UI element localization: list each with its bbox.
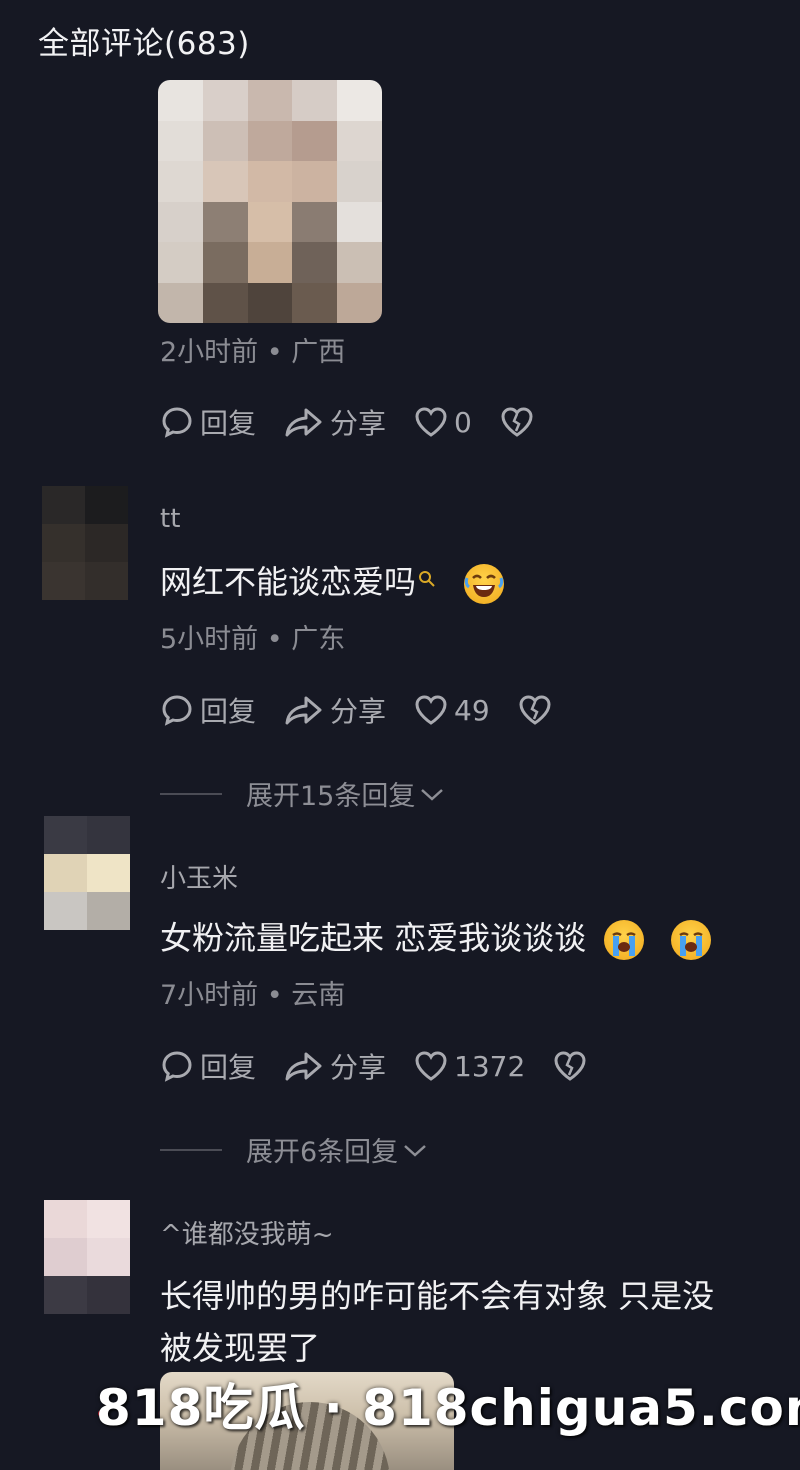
- reply-icon: [162, 695, 192, 726]
- crying-emoji-icon: [604, 920, 645, 960]
- broken-heart-icon: [501, 407, 533, 437]
- comment-text-line: 被发现罢了: [160, 1329, 321, 1367]
- comments-header: 全部评论(683): [38, 26, 250, 62]
- expand-replies-button[interactable]: 展开15条回复: [160, 774, 445, 813]
- broken-heart-icon: [554, 1051, 586, 1081]
- reply-label: 回复: [200, 695, 257, 728]
- divider: [160, 1148, 222, 1151]
- share-button[interactable]: 分享: [284, 690, 386, 730]
- comment-text-content: 女粉流量吃起来 恋爱我谈谈谈: [160, 919, 587, 957]
- like-count: 0: [454, 405, 472, 439]
- search-hint-icon[interactable]: [418, 570, 436, 590]
- comment-text: 女粉流量吃起来 恋爱我谈谈谈: [160, 914, 711, 962]
- comment-meta: 7小时前 • 云南: [160, 980, 346, 1011]
- share-button[interactable]: 分享: [284, 402, 386, 442]
- comment-meta: 2小时前 • 广西: [160, 337, 346, 368]
- share-icon: [285, 1052, 322, 1081]
- expand-replies-label: 展开15条回复: [246, 781, 416, 812]
- reply-label: 回复: [200, 1051, 257, 1084]
- like-count: 1372: [454, 1049, 526, 1083]
- reply-button[interactable]: 回复: [160, 1046, 256, 1086]
- share-icon: [285, 696, 322, 725]
- share-button[interactable]: 分享: [284, 1046, 386, 1086]
- comment-username[interactable]: ^谁都没我萌~: [160, 1214, 334, 1251]
- expand-replies-button[interactable]: 展开6条回复: [160, 1130, 428, 1169]
- heart-icon: [415, 695, 447, 725]
- share-icon: [285, 408, 322, 437]
- dislike-button[interactable]: [553, 1050, 593, 1082]
- share-label: 分享: [330, 695, 387, 728]
- comment-text-line: 长得帅的男的咋可能不会有对象 只是没: [160, 1277, 715, 1315]
- like-button[interactable]: 0: [414, 406, 472, 439]
- comment-meta: 5小时前 • 广东: [160, 624, 346, 655]
- avatar[interactable]: [44, 1200, 130, 1314]
- chevron-down-icon: [421, 788, 444, 801]
- reply-button[interactable]: 回复: [160, 402, 256, 442]
- like-button[interactable]: 49: [414, 694, 490, 727]
- laughing-emoji-icon: [464, 564, 505, 604]
- dislike-button[interactable]: [500, 406, 540, 438]
- heart-icon: [415, 407, 447, 437]
- reply-icon: [162, 407, 192, 438]
- reply-icon: [162, 1051, 192, 1082]
- comment-text: 网红不能谈恋爱吗: [160, 558, 505, 606]
- comment-text-content: 网红不能谈恋爱吗: [160, 563, 417, 601]
- heart-icon: [415, 1051, 447, 1081]
- comment-username[interactable]: 小玉米: [160, 858, 238, 895]
- reply-button[interactable]: 回复: [160, 690, 256, 730]
- share-label: 分享: [330, 407, 387, 440]
- comment-actions: 回复 分享 1372: [160, 1046, 621, 1086]
- like-button[interactable]: 1372: [414, 1050, 525, 1083]
- comment-text: 长得帅的男的咋可能不会有对象 只是没 被发现罢了: [160, 1272, 714, 1372]
- broken-heart-icon: [519, 695, 551, 725]
- expand-replies-label: 展开6条回复: [246, 1137, 399, 1168]
- comment-username[interactable]: tt: [160, 504, 180, 534]
- chevron-down-icon: [404, 1144, 427, 1157]
- share-label: 分享: [330, 1051, 387, 1084]
- avatar[interactable]: [42, 486, 128, 600]
- comment-actions: 回复 分享 49: [160, 690, 586, 730]
- avatar[interactable]: [44, 816, 130, 930]
- comment-image[interactable]: [158, 80, 382, 323]
- comment-actions: 回复 分享 0: [160, 402, 568, 442]
- divider: [160, 792, 222, 795]
- dislike-button[interactable]: [518, 694, 558, 726]
- watermark: 818吃瓜 · 818chigua5.com: [96, 1379, 800, 1437]
- crying-emoji-icon: [670, 920, 711, 960]
- reply-label: 回复: [200, 407, 257, 440]
- like-count: 49: [454, 693, 490, 727]
